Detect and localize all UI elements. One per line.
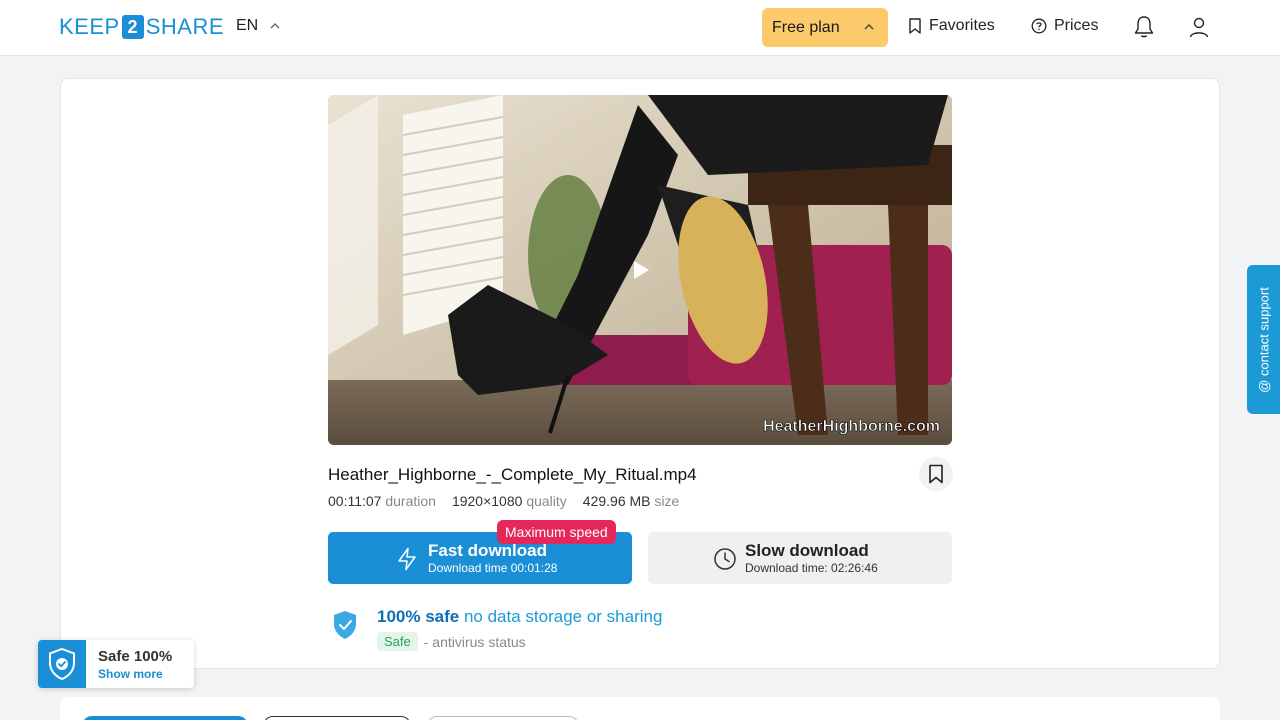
slow-download-button[interactable]: Slow download Download time: 02:26:46 [648,532,952,584]
watermark-text: HeatherHighborne.com [763,418,940,435]
plan-button[interactable]: Free plan [762,8,888,47]
user-icon [1189,17,1209,38]
prices-link[interactable]: Prices [1031,17,1098,35]
contact-support-button[interactable]: @ contact support [1247,265,1280,414]
logo[interactable]: KEEP 2 SHARE [59,14,224,40]
play-icon[interactable] [632,260,650,280]
notifications-button[interactable] [1132,15,1156,39]
size-value: 429.96 MB [582,493,651,509]
safe-widget[interactable]: Safe 100% Show more [38,640,194,688]
favorites-link[interactable]: Favorites [908,17,995,35]
favorites-label: Favorites [929,17,995,34]
tab-third[interactable] [427,716,579,720]
quality-label: quality [526,493,567,509]
fast-download-time: Download time 00:01:28 [428,561,558,575]
antivirus-status: Safe - antivirus status [377,632,526,651]
slow-download-time: Download time: 02:26:46 [745,561,878,575]
size-label: size [654,493,680,509]
safety-bold: 100% safe [377,607,460,626]
lightning-icon [398,547,416,571]
logo-text-right: SHARE [145,14,224,39]
add-to-favorites-button[interactable] [919,457,953,491]
duration-label: duration [385,493,436,509]
widget-title: Safe 100% [98,648,173,665]
language-selector[interactable]: EN [236,17,280,35]
chevron-up-icon [864,24,874,30]
quality-value: 1920×1080 [451,493,523,509]
safety-text[interactable]: no data storage or sharing [464,607,662,626]
help-circle-icon [1031,18,1047,34]
shield-check-icon [334,611,356,639]
file-name: Heather_Highborne_-_Complete_My_Ritual.m… [328,465,697,484]
file-meta: 00:11:07 duration 1920×1080 quality 429.… [328,493,679,509]
quality-meta: 1920×1080 quality [452,493,567,509]
top-header: KEEP 2 SHARE EN Free plan Favorites Pric… [0,0,1280,56]
tab-second[interactable] [263,716,411,720]
logo-number: 2 [121,15,144,39]
slow-download-title: Slow download [745,541,869,560]
safe-badge: Safe [377,632,418,651]
duration-meta: 00:11:07 duration [328,493,436,509]
show-more-link[interactable]: Show more [98,667,163,681]
shield-check-icon [49,647,75,681]
account-button[interactable] [1187,15,1211,39]
clock-icon [714,548,736,570]
max-speed-badge: Maximum speed [497,520,616,544]
plan-label: Free plan [772,18,840,36]
duration-value: 00:11:07 [328,493,382,509]
fast-download-title: Fast download [428,541,547,560]
prices-label: Prices [1054,17,1099,34]
tab-active[interactable] [82,716,248,720]
size-meta: 429.96 MB size [583,493,680,509]
bookmark-icon [909,18,921,34]
bookmark-icon [929,464,943,484]
antivirus-label: - antivirus status [423,633,526,650]
contact-support-label: @ contact support [1256,286,1271,393]
chevron-up-icon [270,23,280,29]
widget-icon-box [38,640,86,688]
bell-icon [1134,16,1154,38]
logo-text-left: KEEP [59,14,120,39]
safety-headline: 100% safe no data storage or sharing [377,607,662,627]
language-label: EN [236,17,259,34]
